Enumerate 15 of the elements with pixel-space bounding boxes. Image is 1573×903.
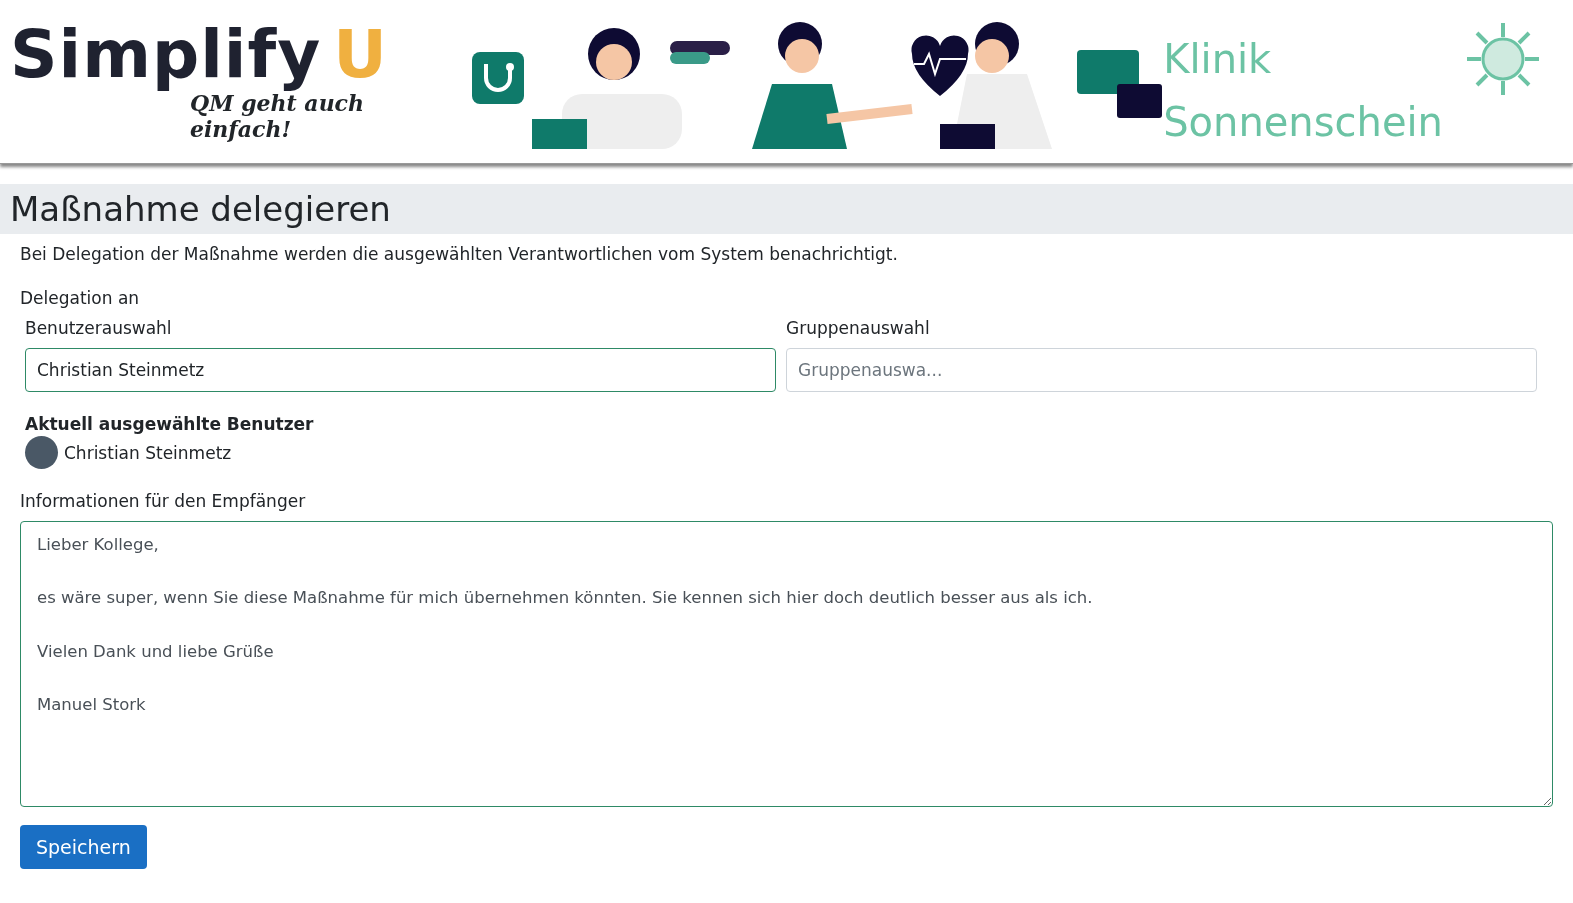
avatar-placeholder <box>25 436 58 469</box>
field-label: Gruppenauswahl <box>786 318 931 338</box>
user-name: Christian Steinmetz <box>64 442 232 463</box>
clinic-name: Klinik <box>1163 35 1273 82</box>
field-label: Benutzerauswahl <box>25 318 173 338</box>
message-textarea[interactable]: Lieber Kollege, es wäre super, wenn Sie diese Maßnahme für mich übernehmen könnten. Sie kennen sich hier doch deutlich besser aus als ich. Vielen Dank und liebe Grüße Manuel Stork <box>20 521 1553 807</box>
clinic-name: Sonnenschein <box>1163 98 1443 145</box>
user-input-field[interactable]: Christian Steinmetz <box>25 348 776 392</box>
field-label: Informationen für den Empfänger <box>20 491 307 511</box>
group-input-field[interactable]: Gruppenauswa... <box>786 348 1537 392</box>
save-button[interactable]: Speichern <box>20 825 147 869</box>
page-title: Maßnahme delegieren <box>10 189 391 229</box>
section-heading: Aktuell ausgewählte Benutzer <box>25 414 315 434</box>
intro-text: Bei Delegation der Maßnahme werden die ausgewählten Verantwortlichen vom System benachrichtigt. <box>20 244 899 264</box>
field-label: Delegation an <box>20 288 141 308</box>
